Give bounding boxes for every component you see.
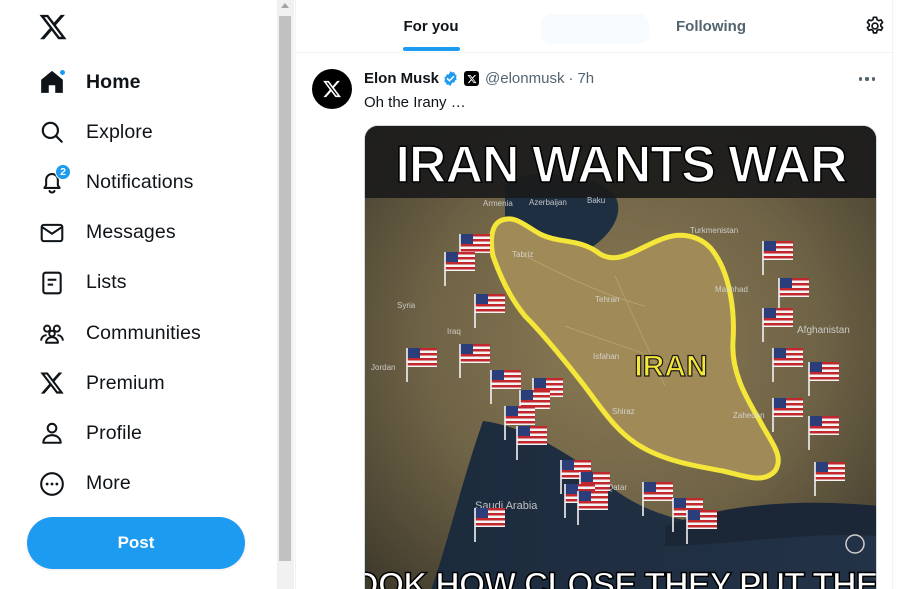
timeline-column: For you Following Elon Musk @elonmusk · …	[295, 0, 893, 589]
person-icon	[38, 419, 66, 447]
tweet-timestamp[interactable]: 7h	[577, 70, 594, 87]
scrollbar-thumb[interactable]	[279, 16, 291, 561]
home-icon	[38, 68, 66, 96]
nav-item-premium[interactable]: Premium	[38, 358, 270, 408]
active-tab-indicator	[403, 47, 460, 51]
timeline-tabs: For you Following	[296, 0, 892, 53]
map-label-afghanistan: Afghanistan	[797, 325, 850, 336]
avatar[interactable]	[312, 69, 352, 109]
post-button[interactable]: Post	[27, 517, 245, 569]
list-icon	[38, 269, 66, 297]
author-handle[interactable]: @elonmusk	[485, 70, 564, 87]
nav-label-communities: Communities	[86, 321, 201, 344]
map-label-armenia: Armenia	[483, 199, 513, 208]
more-options-icon[interactable]	[856, 70, 878, 88]
map-label-baku: Baku	[587, 196, 605, 205]
verified-badge-icon	[444, 71, 457, 86]
tab-following[interactable]: Following	[646, 0, 776, 53]
nav-item-explore[interactable]: Explore	[38, 107, 270, 157]
map-label-mashhad: Mashhad	[715, 285, 748, 294]
nav-item-messages[interactable]: Messages	[38, 208, 270, 258]
map-label-tehran: Tehran	[595, 295, 619, 304]
sidebar-scrollbar[interactable]	[277, 0, 294, 589]
nav-item-home[interactable]: Home	[38, 57, 270, 107]
nav-item-profile[interactable]: Profile	[38, 408, 270, 458]
footer-caption: LOOK HOW CLOSE THEY PUT THEIR	[365, 566, 877, 589]
nav-label-more: More	[86, 472, 131, 495]
map-label-syria: Syria	[397, 301, 416, 310]
notification-badge: 2	[55, 164, 71, 181]
nav-label-explore: Explore	[86, 120, 153, 143]
primary-nav: Home Explore 2 Notifications Messages Li…	[38, 57, 270, 509]
tweet-header: Elon Musk @elonmusk · 7h	[364, 70, 594, 87]
nav-label-premium: Premium	[86, 371, 165, 394]
map-label-tabriz: Tabriz	[512, 250, 533, 259]
x-logo-icon[interactable]	[38, 12, 68, 42]
map-label-qatar: Qatar	[607, 483, 627, 492]
nav-label-profile: Profile	[86, 421, 142, 444]
scroll-up-arrow-icon[interactable]	[281, 3, 289, 8]
headline-text: IRAN WANTS WAR	[395, 136, 847, 194]
x-logo-icon	[38, 369, 66, 397]
nav-label-home: Home	[86, 70, 141, 93]
left-sidebar: Home Explore 2 Notifications Messages Li…	[0, 0, 276, 589]
bell-icon: 2	[38, 164, 71, 196]
map-label-zahedan: Zahedan	[733, 411, 765, 420]
map-label-shiraz: Shiraz	[612, 407, 635, 416]
tweet-image[interactable]: IRAN WANTS WAR IRAN Armenia Azerbaijan B…	[364, 125, 877, 589]
nav-item-more[interactable]: More	[38, 459, 270, 509]
nav-item-communities[interactable]: Communities	[38, 308, 270, 358]
map-label-isfahan: Isfahan	[593, 352, 619, 361]
separator-dot: ·	[568, 70, 574, 87]
affiliation-x-badge-icon[interactable]	[464, 71, 480, 86]
envelope-icon	[38, 219, 66, 247]
tweet-text: Oh the Irany …	[364, 94, 466, 111]
iran-label: IRAN	[634, 350, 707, 383]
map-label-turkmenistan: Turkmenistan	[690, 226, 738, 235]
tweet[interactable]: Elon Musk @elonmusk · 7h Oh the Irany …	[296, 54, 892, 589]
people-icon	[38, 319, 66, 347]
iran-map-image: IRAN WANTS WAR IRAN Armenia Azerbaijan B…	[365, 126, 877, 589]
nav-item-lists[interactable]: Lists	[38, 258, 270, 308]
map-label-azerbaijan: Azerbaijan	[529, 198, 567, 207]
nav-label-messages: Messages	[86, 221, 176, 244]
tab-hover-highlight	[541, 14, 649, 44]
search-icon	[38, 118, 66, 146]
author-name[interactable]: Elon Musk	[364, 70, 439, 87]
nav-item-notifications[interactable]: 2 Notifications	[38, 157, 270, 207]
tab-for-you[interactable]: For you	[366, 0, 496, 53]
nav-label-lists: Lists	[86, 271, 127, 294]
x-logo-icon	[323, 80, 342, 98]
nav-label-notifications: Notifications	[86, 170, 194, 193]
map-label-jordan: Jordan	[371, 363, 395, 372]
map-label-iraq: Iraq	[447, 327, 461, 336]
more-circle-icon	[38, 470, 66, 498]
gear-icon[interactable]	[864, 15, 886, 37]
